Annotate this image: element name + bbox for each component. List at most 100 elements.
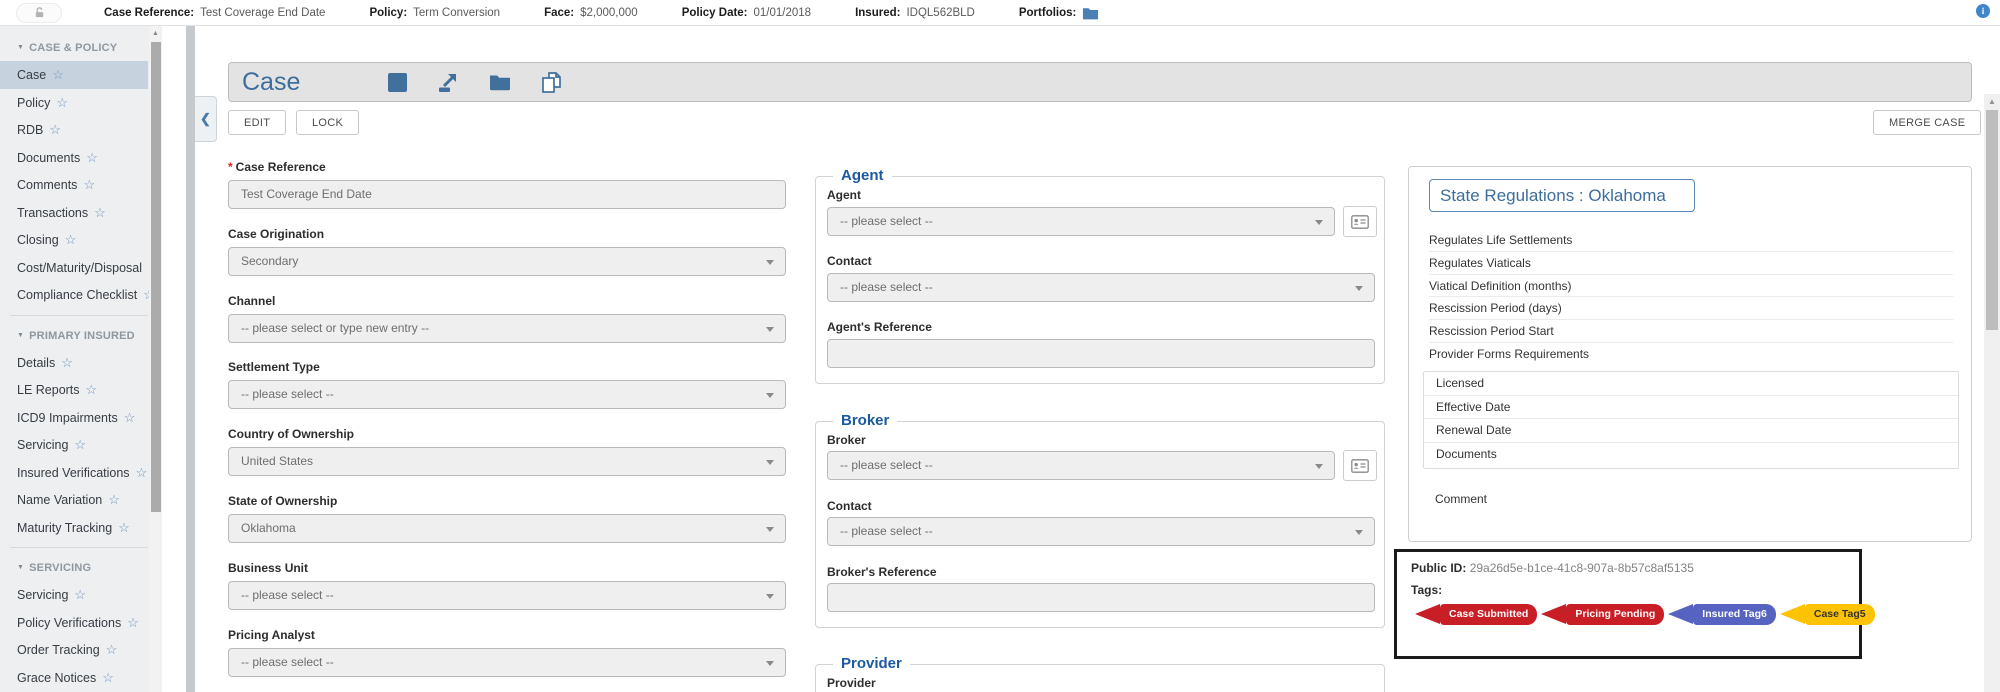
- sidebar-section-servicing[interactable]: ▼SERVICING: [0, 554, 162, 581]
- sidebar-item-compliance-checklist[interactable]: Compliance Checklist☆: [0, 281, 162, 309]
- dropdown-caret-icon: [1355, 530, 1363, 535]
- business-unit-label: Business Unit: [228, 561, 308, 575]
- dropdown-caret-icon: [766, 260, 774, 265]
- favorite-star-icon[interactable]: ☆: [52, 67, 64, 82]
- sidebar-item-transactions[interactable]: Transactions☆: [0, 199, 162, 227]
- summary-label: Insured:: [855, 7, 900, 19]
- sidebar-scrollbar-thumb[interactable]: [151, 42, 161, 512]
- sidebar-item-name-variation[interactable]: Name Variation☆: [0, 486, 162, 514]
- sidebar-scrollbar[interactable]: ▲: [149, 26, 162, 692]
- regulation-row: Viatical Definition (months): [1429, 275, 1953, 298]
- sidebar-item-details[interactable]: Details☆: [0, 349, 162, 377]
- favorite-star-icon[interactable]: ☆: [127, 615, 139, 630]
- favorite-star-icon[interactable]: ☆: [86, 150, 98, 165]
- stop-square-icon[interactable]: [388, 73, 407, 92]
- favorite-star-icon[interactable]: ☆: [74, 587, 86, 602]
- pricing-analyst-label: Pricing Analyst: [228, 628, 315, 642]
- country-of-ownership-select[interactable]: United States: [228, 447, 786, 476]
- sidebar-item-le-reports[interactable]: LE Reports☆: [0, 376, 162, 404]
- public-id-tags-box: Public ID: 29a26d5e-b1ce-41c8-907a-8b57c…: [1394, 549, 1862, 659]
- merge-case-button[interactable]: MERGE CASE: [1873, 110, 1981, 135]
- favorite-star-icon[interactable]: ☆: [106, 642, 118, 657]
- copy-icon[interactable]: [541, 71, 562, 94]
- sidebar-item-servicing-insured[interactable]: Servicing☆: [0, 431, 162, 459]
- sidebar-item-maturity-tracking[interactable]: Maturity Tracking☆: [0, 514, 162, 542]
- brokers-reference-input[interactable]: [827, 583, 1375, 612]
- edit-button[interactable]: EDIT: [228, 110, 286, 135]
- sidebar-item-comments[interactable]: Comments☆: [0, 171, 162, 199]
- settlement-type-select[interactable]: -- please select --: [228, 380, 786, 409]
- summary-label: Policy:: [369, 7, 407, 19]
- favorite-star-icon[interactable]: ☆: [65, 232, 77, 247]
- regulation-row: Regulates Life Settlements: [1429, 229, 1953, 252]
- info-icon[interactable]: i: [1976, 4, 1990, 18]
- unlock-icon: [33, 6, 46, 19]
- agent-select[interactable]: -- please select --: [827, 207, 1335, 236]
- sidebar-item-servicing[interactable]: Servicing☆: [0, 581, 162, 609]
- summary-value: 01/01/2018: [754, 7, 812, 19]
- sidebar-item-documents[interactable]: Documents☆: [0, 144, 162, 172]
- sidebar-item-order-tracking[interactable]: Order Tracking☆: [0, 636, 162, 664]
- dropdown-caret-icon: [766, 527, 774, 532]
- channel-select[interactable]: -- please select or type new entry --: [228, 314, 786, 343]
- summary-value: Test Coverage End Date: [200, 7, 325, 19]
- license-row: Documents: [1424, 443, 1958, 467]
- lock-button[interactable]: LOCK: [296, 110, 359, 135]
- pricing-analyst-select[interactable]: -- please select --: [228, 648, 786, 677]
- favorite-star-icon[interactable]: ☆: [74, 437, 86, 452]
- regulation-row: Rescission Period (days): [1429, 297, 1953, 320]
- favorite-star-icon[interactable]: ☆: [61, 355, 73, 370]
- favorite-star-icon[interactable]: ☆: [56, 95, 68, 110]
- sidebar-section-primary-insured[interactable]: ▼PRIMARY INSURED: [0, 322, 162, 349]
- business-unit-select[interactable]: -- please select --: [228, 581, 786, 610]
- main-scrollbar-thumb[interactable]: [1986, 110, 1998, 330]
- sidebar-item-rdb[interactable]: RDB☆: [0, 116, 162, 144]
- broker-contact-select[interactable]: -- please select --: [827, 517, 1375, 546]
- case-origination-label: Case Origination: [228, 227, 324, 241]
- broker-contact-card-button[interactable]: [1343, 450, 1377, 481]
- sidebar-item-grace-notices[interactable]: Grace Notices☆: [0, 664, 162, 692]
- favorite-star-icon[interactable]: ☆: [86, 382, 98, 397]
- favorite-star-icon[interactable]: ☆: [136, 465, 148, 480]
- sidebar-item-closing[interactable]: Closing☆: [0, 226, 162, 254]
- agents-reference-label: Agent's Reference: [827, 320, 932, 334]
- regulation-row: Rescission Period Start: [1429, 320, 1953, 343]
- favorite-star-icon[interactable]: ☆: [108, 492, 120, 507]
- favorite-star-icon[interactable]: ☆: [94, 205, 106, 220]
- favorite-star-icon[interactable]: ☆: [49, 122, 61, 137]
- agent-contact-card-button[interactable]: [1343, 206, 1377, 237]
- agents-reference-input[interactable]: [827, 339, 1375, 368]
- sidebar-section-case-policy[interactable]: ▼CASE & POLICY: [0, 34, 162, 61]
- sidebar-item-icd9-impairments[interactable]: ICD9 Impairments☆: [0, 404, 162, 432]
- agent-contact-select[interactable]: -- please select --: [827, 273, 1375, 302]
- broker-label: Broker: [827, 433, 866, 447]
- public-id-value: 29a26d5e-b1ce-41c8-907a-8b57c8af5135: [1470, 561, 1694, 575]
- case-reference-input[interactable]: Test Coverage End Date: [228, 180, 786, 209]
- scroll-up-icon[interactable]: ▲: [149, 30, 162, 37]
- case-origination-select[interactable]: Secondary: [228, 247, 786, 276]
- sidebar-item-case[interactable]: Case☆: [0, 61, 148, 89]
- sidebar-divider: [10, 315, 148, 316]
- sidebar-item-policy[interactable]: Policy☆: [0, 89, 162, 117]
- folder-icon[interactable]: [489, 73, 511, 91]
- favorite-star-icon[interactable]: ☆: [102, 670, 114, 685]
- favorite-star-icon[interactable]: ☆: [118, 520, 130, 535]
- panel-splitter[interactable]: [186, 26, 195, 692]
- favorite-star-icon[interactable]: ☆: [83, 177, 95, 192]
- case-header-bar: Case: [228, 62, 1972, 102]
- broker-select[interactable]: -- please select --: [827, 451, 1335, 480]
- export-icon[interactable]: [437, 71, 459, 93]
- sidebar-item-policy-verifications[interactable]: Policy Verifications☆: [0, 609, 162, 637]
- favorite-star-icon[interactable]: ☆: [124, 410, 136, 425]
- state-of-ownership-select[interactable]: Oklahoma: [228, 514, 786, 543]
- summary-value: IDQL562BLD: [906, 7, 974, 19]
- sidebar-item-insured-verifications[interactable]: Insured Verifications☆: [0, 459, 162, 487]
- unlock-button[interactable]: [16, 3, 62, 23]
- sidebar-collapse-button[interactable]: ❮: [195, 96, 217, 142]
- main-scrollbar[interactable]: ▲: [1984, 94, 2000, 692]
- scroll-up-icon[interactable]: ▲: [1984, 97, 2000, 106]
- dropdown-caret-icon: [1355, 286, 1363, 291]
- sidebar-item-cost-maturity-disposal[interactable]: Cost/Maturity/Disposal☆: [0, 254, 162, 282]
- portfolio-folder-icon[interactable]: [1082, 6, 1099, 20]
- summary-label: Portfolios:: [1019, 7, 1077, 19]
